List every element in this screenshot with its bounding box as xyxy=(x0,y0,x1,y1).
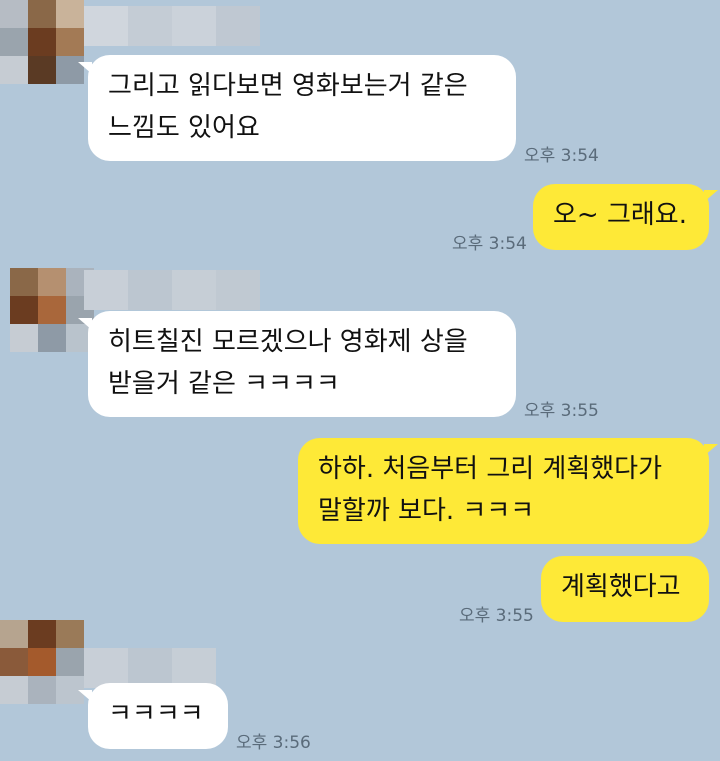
sender-avatar[interactable] xyxy=(10,268,94,354)
bubble-tail xyxy=(704,190,718,202)
bubble-tail xyxy=(704,444,718,456)
message-bubble-incoming[interactable]: ㅋㅋㅋㅋ xyxy=(88,683,228,749)
chat-window[interactable]: 그리고 읽다보면 영화보는거 같은 느낌도 있어요 오후 3:54 오~ 그래요… xyxy=(0,0,720,761)
sender-avatar[interactable] xyxy=(0,620,84,706)
message-bubble-outgoing[interactable]: 오~ 그래요. xyxy=(533,184,709,250)
sender-name-blurred xyxy=(84,270,260,310)
message-bubble-incoming[interactable]: 히트칠진 모르겠으나 영화제 상을 받을거 같은 ㅋㅋㅋㅋ xyxy=(88,311,516,417)
message-timestamp: 오후 3:55 xyxy=(524,401,599,421)
sender-name-blurred xyxy=(84,648,216,688)
sender-name-blurred xyxy=(84,6,260,46)
message-timestamp: 오후 3:54 xyxy=(452,234,527,254)
message-timestamp: 오후 3:54 xyxy=(524,146,599,166)
sender-avatar[interactable] xyxy=(0,0,84,86)
message-bubble-outgoing[interactable]: 하하. 처음부터 그리 계획했다가 말할까 보다. ㅋㅋㅋ xyxy=(298,438,709,544)
message-bubble-outgoing[interactable]: 계획했다고 xyxy=(541,556,709,622)
message-bubble-incoming[interactable]: 그리고 읽다보면 영화보는거 같은 느낌도 있어요 xyxy=(88,55,516,161)
message-timestamp: 오후 3:55 xyxy=(459,606,534,626)
message-timestamp: 오후 3:56 xyxy=(236,733,311,753)
